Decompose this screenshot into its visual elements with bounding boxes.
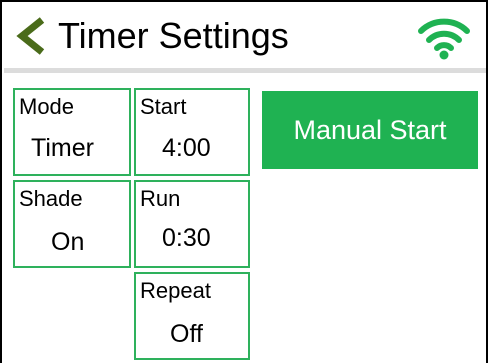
- repeat-value: Off: [170, 320, 203, 348]
- shade-label: Shade: [19, 186, 83, 211]
- repeat-tile[interactable]: Repeat Off: [134, 272, 250, 360]
- start-value: 4:00: [162, 134, 211, 162]
- manual-start-button[interactable]: Manual Start: [262, 91, 478, 169]
- start-tile[interactable]: Start 4:00: [134, 88, 250, 176]
- mode-value: Timer: [31, 134, 94, 162]
- shade-value: On: [51, 228, 85, 256]
- wifi-icon: [418, 14, 470, 60]
- timer-settings-screen: Timer Settings Mode Timer Start 4:00 Man…: [0, 0, 488, 363]
- chevron-left-icon[interactable]: [14, 16, 48, 56]
- mode-tile[interactable]: Mode Timer: [13, 88, 131, 176]
- repeat-label: Repeat: [140, 278, 211, 303]
- shade-tile[interactable]: Shade On: [13, 180, 131, 268]
- mode-label: Mode: [19, 94, 75, 119]
- run-value: 0:30: [162, 224, 211, 252]
- header-divider: [4, 68, 486, 73]
- start-label: Start: [140, 94, 187, 119]
- header-bar: Timer Settings: [4, 4, 486, 68]
- run-label: Run: [140, 186, 181, 211]
- run-tile[interactable]: Run 0:30: [134, 180, 250, 268]
- page-title: Timer Settings: [58, 15, 289, 56]
